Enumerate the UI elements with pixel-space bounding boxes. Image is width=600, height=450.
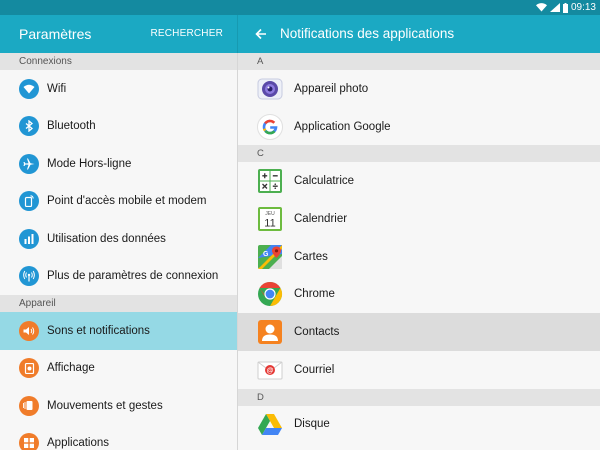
settings-list: Connexions Wifi Bluetooth Mode Hors-lign…	[0, 53, 237, 450]
setting-item-airplane[interactable]: Mode Hors-ligne	[0, 145, 237, 183]
setting-item-sound[interactable]: Sons et notifications	[0, 312, 237, 350]
setting-item-hotspot[interactable]: Point d'accès mobile et modem	[0, 183, 237, 221]
app-item-email[interactable]: @ Courriel	[238, 351, 600, 389]
email-icon: @	[257, 357, 283, 383]
calendar-icon: JEU 11	[257, 206, 283, 232]
svg-text:G: G	[263, 251, 269, 258]
app-label: Application Google	[294, 120, 391, 133]
setting-item-wifi[interactable]: Wifi	[0, 70, 237, 108]
app-item-maps[interactable]: G Cartes	[238, 238, 600, 276]
drive-icon	[257, 411, 283, 437]
app-item-calculator[interactable]: Calculatrice	[238, 162, 600, 200]
section-header-connexions: Connexions	[0, 53, 237, 70]
calculator-icon	[257, 168, 283, 194]
more-connections-icon	[19, 266, 39, 287]
contacts-icon	[257, 319, 283, 345]
app-label: Appareil photo	[294, 82, 369, 95]
data-usage-icon	[19, 228, 39, 249]
wifi-status-icon	[535, 3, 547, 12]
calendar-date-text: 11	[264, 217, 275, 229]
back-arrow-icon	[255, 28, 266, 40]
section-header-appareil: Appareil	[0, 295, 237, 312]
search-button[interactable]: RECHERCHER	[150, 28, 223, 39]
app-title: Paramètres	[19, 26, 92, 42]
setting-item-motion[interactable]: Mouvements et gestes	[0, 387, 237, 425]
setting-label: Applications	[47, 437, 110, 450]
setting-label: Plus de paramètres de connexion	[47, 270, 219, 283]
sound-icon	[19, 320, 39, 341]
camera-icon	[257, 76, 283, 102]
letter-header-a: A	[238, 53, 600, 70]
setting-item-more-connections[interactable]: Plus de paramètres de connexion	[0, 258, 237, 296]
app-item-camera[interactable]: Appareil photo	[238, 70, 600, 108]
setting-label: Mode Hors-ligne	[47, 157, 132, 170]
setting-label: Utilisation des données	[47, 232, 166, 245]
setting-label: Wifi	[47, 82, 67, 95]
app-label: Chrome	[294, 288, 335, 301]
app-item-calendar[interactable]: JEU 11 Calendrier	[238, 200, 600, 238]
app-label: Cartes	[294, 250, 328, 263]
app-header: Paramètres RECHERCHER Notifications des …	[0, 15, 600, 53]
app-label: Disque	[294, 418, 330, 431]
letter-header-d: D	[238, 388, 600, 406]
setting-label: Affichage	[47, 362, 95, 375]
apps-icon	[19, 433, 39, 450]
back-button[interactable]	[251, 24, 271, 44]
setting-label: Point d'accès mobile et modem	[47, 195, 207, 208]
setting-item-data-usage[interactable]: Utilisation des données	[0, 220, 237, 258]
display-icon	[19, 358, 39, 379]
calendar-day-text: JEU	[265, 211, 275, 217]
setting-item-bluetooth[interactable]: Bluetooth	[0, 108, 237, 146]
page-title: Notifications des applications	[280, 26, 455, 41]
motion-icon	[19, 395, 39, 416]
app-item-chrome[interactable]: Chrome	[238, 275, 600, 313]
setting-label: Mouvements et gestes	[47, 399, 163, 412]
setting-item-display[interactable]: Affichage	[0, 350, 237, 388]
status-icons: 09:13	[535, 0, 596, 15]
battery-status-icon	[562, 2, 568, 13]
app-label: Calendrier	[294, 212, 348, 225]
setting-label: Sons et notifications	[47, 324, 150, 337]
app-item-drive[interactable]: Disque	[238, 406, 600, 444]
setting-item-apps[interactable]: Applications	[0, 425, 237, 450]
google-icon	[257, 113, 283, 140]
svg-text:@: @	[267, 367, 274, 374]
wifi-icon	[19, 78, 39, 99]
status-time: 09:13	[570, 2, 596, 13]
maps-icon: G	[257, 244, 283, 270]
setting-label: Bluetooth	[47, 120, 96, 133]
app-label: Contacts	[294, 325, 340, 338]
app-item-google[interactable]: Application Google	[238, 108, 600, 146]
chrome-icon	[257, 281, 283, 307]
settings-header: Paramètres RECHERCHER	[0, 15, 237, 53]
app-label: Calculatrice	[294, 175, 355, 188]
letter-header-c: C	[238, 145, 600, 163]
app-label: Courriel	[294, 363, 335, 376]
hotspot-icon	[19, 191, 39, 212]
app-notifications-list: A Appareil photo Application Google C Ca…	[238, 53, 600, 450]
status-bar: 09:13	[0, 0, 600, 15]
bluetooth-icon	[19, 116, 39, 137]
signal-status-icon	[549, 3, 560, 12]
app-item-contacts[interactable]: Contacts	[238, 313, 600, 351]
header-divider	[237, 15, 238, 53]
airplane-icon	[19, 153, 39, 174]
